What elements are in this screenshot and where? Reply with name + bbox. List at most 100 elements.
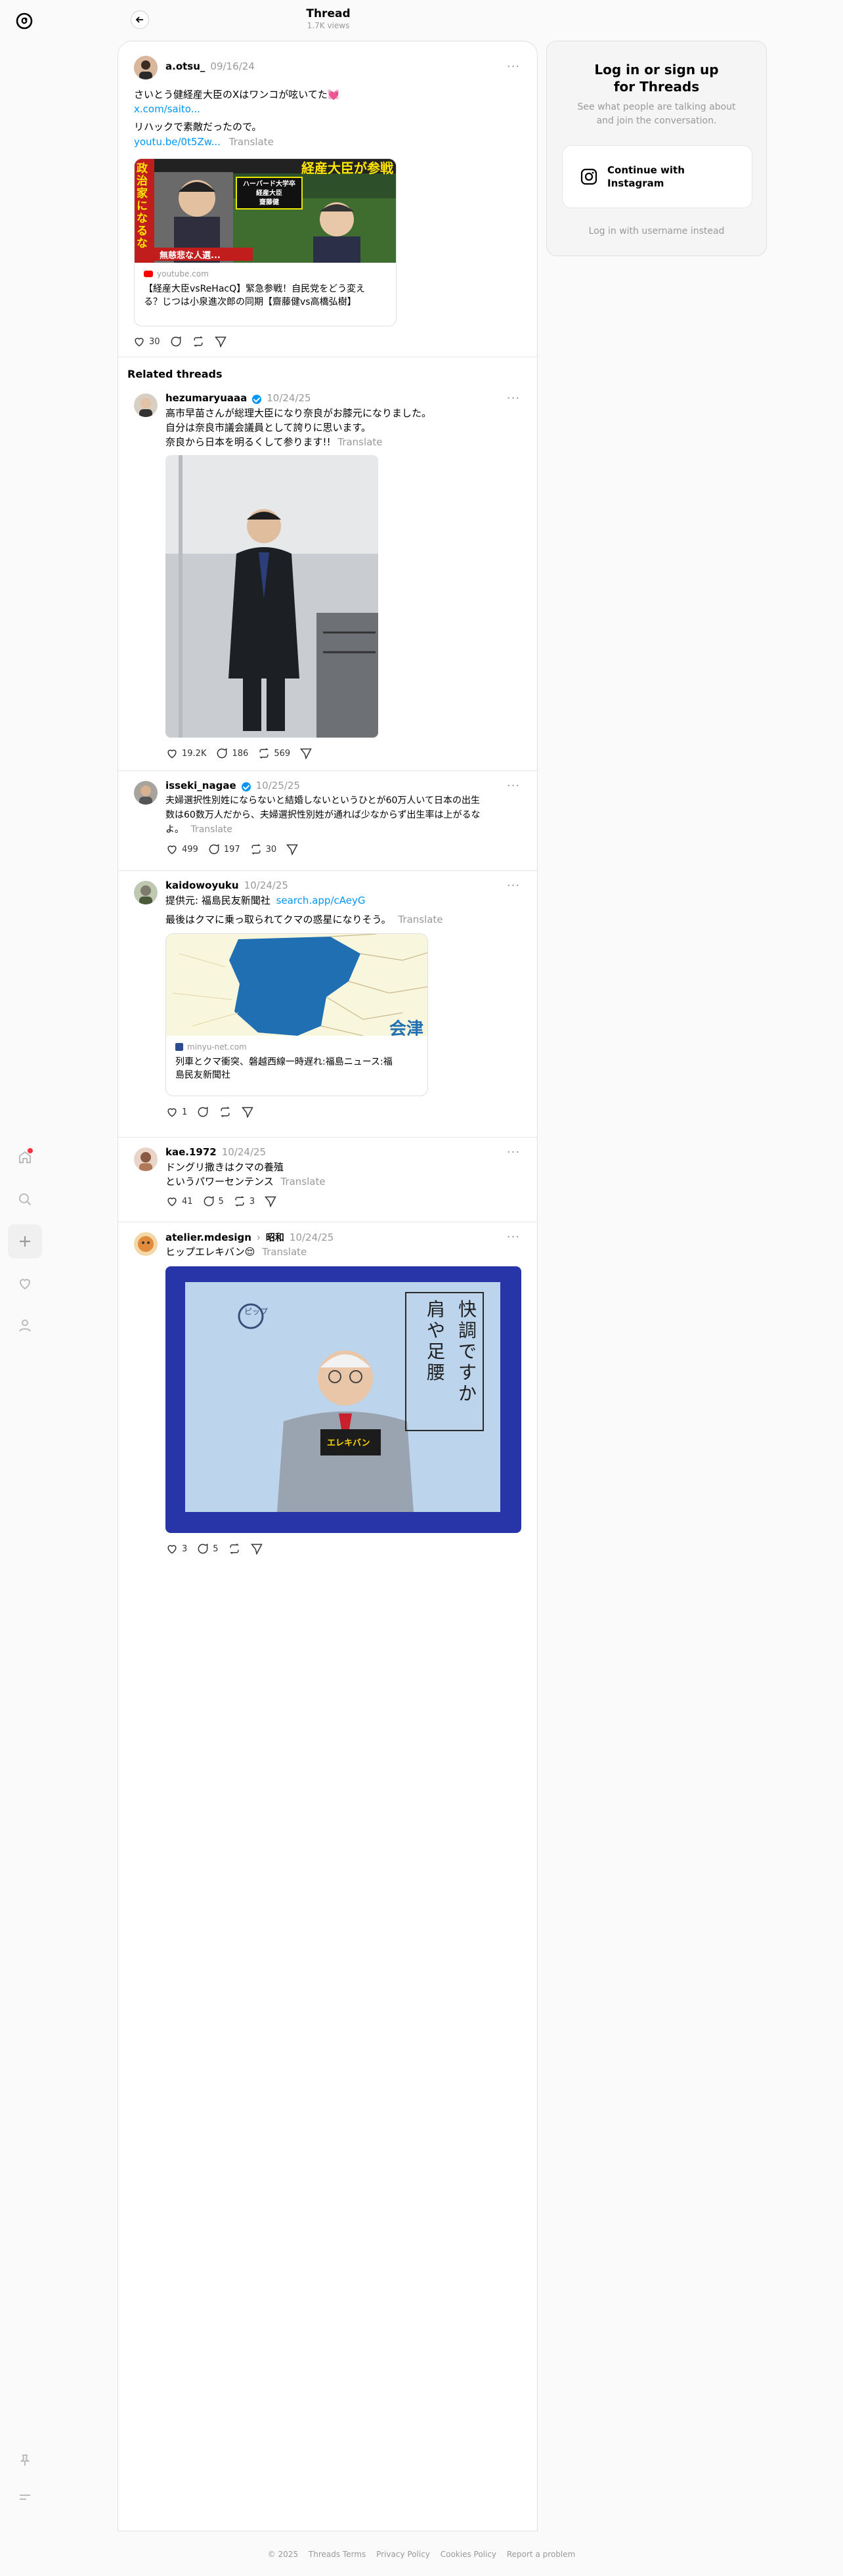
- photo-product: エレキバン: [327, 1438, 370, 1448]
- comment-icon: [198, 1543, 208, 1554]
- topic-tag[interactable]: 昭和: [266, 1231, 284, 1244]
- more-options-icon[interactable]: ···: [506, 61, 521, 76]
- related-post: kaidowoyuku 10/24/25 ··· 提供元: 福島民友新聞社 se…: [118, 876, 537, 1138]
- card-title: 【経産大臣vsReHacQ】緊急参戦！自民党をどう変え: [144, 284, 366, 294]
- share-button[interactable]: [214, 335, 227, 348]
- thumbnail-bottom-text: 無慈悲な人選...: [160, 251, 221, 261]
- avatar[interactable]: [134, 881, 158, 904]
- share-button[interactable]: [286, 843, 299, 856]
- repost-button[interactable]: [219, 1105, 232, 1119]
- footer-link-privacy[interactable]: Privacy Policy: [376, 2550, 430, 2559]
- threads-logo-icon[interactable]: [11, 8, 37, 34]
- post-link[interactable]: search.app/cAeyG: [276, 895, 366, 906]
- repost-button[interactable]: [192, 335, 205, 348]
- like-button[interactable]: 3: [165, 1542, 187, 1555]
- repost-icon: [251, 843, 261, 855]
- translate-link[interactable]: Translate: [190, 824, 232, 835]
- pin-icon[interactable]: [8, 2443, 42, 2477]
- post-date[interactable]: 10/24/25: [244, 879, 288, 891]
- translate-link[interactable]: Translate: [280, 1176, 325, 1188]
- send-icon: [300, 748, 312, 760]
- avatar[interactable]: [134, 781, 158, 805]
- like-button[interactable]: 41: [165, 1195, 193, 1208]
- post-link[interactable]: youtu.be/0t5Zw...: [134, 136, 221, 148]
- thread-feed: a.otsu_ 09/16/24 ··· さいとう健経産大臣のXはワンコが呟いて…: [118, 41, 538, 2531]
- like-button[interactable]: 499: [165, 843, 198, 856]
- like-button[interactable]: 19.2K: [165, 747, 206, 760]
- share-button[interactable]: [264, 1195, 277, 1208]
- repost-button[interactable]: 30: [249, 843, 276, 856]
- more-options-icon[interactable]: ···: [506, 1232, 521, 1246]
- username[interactable]: isseki_nagae: [165, 780, 236, 791]
- avatar[interactable]: [134, 56, 158, 79]
- post-date[interactable]: 10/24/25: [222, 1146, 266, 1158]
- avatar[interactable]: [134, 1232, 158, 1256]
- link-preview-card[interactable]: 経産大臣が参戦 ハーバード大学卒 経産大臣 齋藤健 政治家になるな 無慈悲な人選…: [134, 158, 397, 326]
- reply-count: 5: [218, 1196, 224, 1207]
- more-options-icon[interactable]: ···: [506, 880, 521, 895]
- like-button[interactable]: 30: [133, 335, 160, 348]
- reply-button[interactable]: 186: [215, 747, 248, 760]
- username[interactable]: atelier.mdesign: [165, 1232, 251, 1243]
- translate-link[interactable]: Translate: [398, 914, 443, 925]
- repost-button[interactable]: 569: [257, 747, 290, 760]
- reply-button[interactable]: 5: [202, 1195, 224, 1208]
- more-options-icon[interactable]: ···: [506, 780, 521, 795]
- instagram-button-label: Instagram: [607, 177, 664, 189]
- profile-icon[interactable]: [8, 1308, 42, 1343]
- avatar[interactable]: [134, 393, 158, 417]
- post-text: というパワーセンテンス: [165, 1176, 274, 1188]
- more-options-icon[interactable]: ···: [506, 1147, 521, 1161]
- verified-badge-icon: [241, 782, 251, 791]
- repost-icon: [229, 1543, 239, 1555]
- username[interactable]: kaidowoyuku: [165, 879, 239, 891]
- translate-link[interactable]: Translate: [262, 1246, 307, 1258]
- footer-link-terms[interactable]: Threads Terms: [309, 2550, 366, 2559]
- username[interactable]: kae.1972: [165, 1146, 217, 1158]
- login-subtitle: See what people are talking about: [577, 102, 736, 112]
- reply-button[interactable]: [169, 335, 183, 348]
- footer: © 2025 Threads Terms Privacy Policy Cook…: [0, 2550, 843, 2559]
- home-icon[interactable]: [8, 1140, 42, 1174]
- link-preview-card[interactable]: 会津 minyu-net.com 列車とクマ衝突、磐越西線一時遅れ:福島ニュース…: [165, 933, 428, 1096]
- reply-button[interactable]: 197: [207, 843, 240, 856]
- translate-link[interactable]: Translate: [337, 436, 382, 448]
- post-date[interactable]: 09/16/24: [210, 60, 254, 72]
- like-count: 19.2K: [182, 748, 207, 759]
- reply-button[interactable]: [196, 1105, 209, 1119]
- reply-button[interactable]: 5: [196, 1542, 219, 1555]
- share-button[interactable]: [250, 1542, 263, 1555]
- translate-link[interactable]: Translate: [229, 136, 274, 148]
- post-photo[interactable]: ピップ エレキバン 快調ですか 肩や足腰: [165, 1266, 521, 1533]
- activity-heart-icon[interactable]: [8, 1266, 42, 1300]
- username[interactable]: a.otsu_: [165, 60, 205, 72]
- create-post-icon[interactable]: [8, 1224, 42, 1258]
- like-count: 41: [182, 1196, 193, 1207]
- heart-icon: [167, 749, 177, 759]
- share-button[interactable]: [241, 1105, 254, 1119]
- footer-link-cookies[interactable]: Cookies Policy: [441, 2550, 496, 2559]
- search-icon[interactable]: [8, 1182, 42, 1216]
- avatar[interactable]: [134, 1147, 158, 1171]
- post-link[interactable]: x.com/saito...: [134, 102, 200, 116]
- share-button[interactable]: [299, 747, 313, 760]
- menu-icon[interactable]: [8, 2480, 42, 2514]
- repost-button[interactable]: [228, 1542, 241, 1555]
- like-button[interactable]: 1: [165, 1105, 187, 1119]
- repost-button[interactable]: 3: [233, 1195, 255, 1208]
- more-options-icon[interactable]: ···: [506, 393, 521, 407]
- post-date[interactable]: 10/25/25: [256, 780, 300, 791]
- post-photo[interactable]: [165, 455, 378, 738]
- reply-count: 197: [223, 844, 240, 855]
- login-panel: Log in or sign up for Threads See what p…: [546, 41, 767, 256]
- username[interactable]: hezumaryuaaa: [165, 392, 247, 404]
- youtube-icon: [144, 271, 153, 277]
- card-title: 島民友新聞社: [175, 1070, 230, 1080]
- login-username-link[interactable]: Log in with username instead: [547, 226, 766, 236]
- related-heading: Related threads: [127, 368, 223, 380]
- post-date[interactable]: 10/24/25: [267, 392, 311, 404]
- continue-with-instagram-button[interactable]: Continue with Instagram: [562, 145, 752, 208]
- footer-link-report[interactable]: Report a problem: [507, 2550, 575, 2559]
- comment-icon: [204, 1196, 213, 1207]
- post-date[interactable]: 10/24/25: [290, 1232, 334, 1243]
